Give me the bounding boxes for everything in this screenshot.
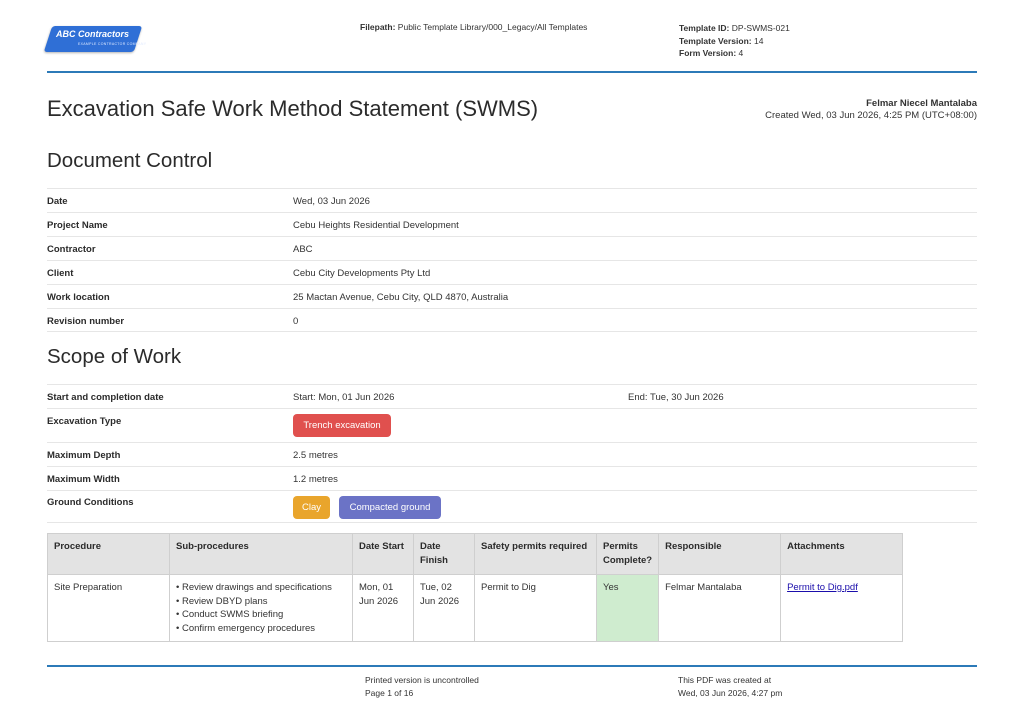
created-timestamp: Created Wed, 03 Jun 2026, 4:25 PM (UTC+0… [765,110,977,121]
cell-procedure: Site Preparation [47,574,170,642]
company-logo: ABC Contractors EXAMPLE CONTRACTOR COMPA… [43,26,146,52]
dc-value: 0 [293,316,299,327]
table-header-row: Procedure Sub-procedures Date Start Date… [47,533,904,575]
attachment-link[interactable]: Permit to Dig.pdf [787,582,858,593]
dc-value: Cebu City Developments Pty Ltd [293,268,431,279]
sub-procedure-list: • Review drawings and specifications • R… [176,581,346,635]
col-header-procedure: Procedure [47,533,170,575]
sub-procedure-item: • Review drawings and specifications [176,582,332,593]
section-document-control: Document Control [47,149,213,172]
procedure-table: Procedure Sub-procedures Date Start Date… [47,533,904,642]
dc-value: 25 Mactan Avenue, Cebu City, QLD 4870, A… [293,292,509,303]
pdf-created-label: This PDF was created at [678,675,772,685]
scope-label: Start and completion date [47,392,164,403]
col-header-date-finish: Date Finish [413,533,475,575]
col-header-attachments: Attachments [780,533,904,575]
dc-row-client: Client Cebu City Developments Pty Ltd [47,260,977,284]
dc-value: Wed, 03 Jun 2026 [293,196,370,207]
cell-sub-procedures: • Review drawings and specifications • R… [169,574,353,642]
dc-value: Cebu Heights Residential Development [293,220,459,231]
start-date: Start: Mon, 01 Jun 2026 [293,392,395,403]
template-version-label: Template Version: [679,35,752,46]
col-header-safety-permits: Safety permits required [474,533,597,575]
template-id: Template ID: DP-SWMS-021 [679,22,790,35]
template-id-label: Template ID: [679,23,730,33]
scope-row-ground-conditions: Ground Conditions Clay Compacted ground [47,490,977,523]
form-version-label: Form Version: [679,48,737,58]
footer-divider [47,665,977,667]
dc-label: Work location [47,292,110,303]
template-version: Template Version: 14 [679,35,790,48]
scope-row-max-width: Maximum Width 1.2 metres [47,466,977,490]
scope-label: Excavation Type [47,416,122,427]
col-header-sub-procedures: Sub-procedures [169,533,353,575]
scope-value: 1.2 metres [293,474,338,485]
page-header: ABC Contractors EXAMPLE CONTRACTOR COMPA… [0,0,1024,72]
end-date: End: Tue, 30 Jun 2026 [628,392,724,403]
dc-row-date: Date Wed, 03 Jun 2026 [47,188,977,212]
form-version-value: 4 [738,48,744,58]
logo-text: ABC Contractors [56,29,130,39]
author-name: Felmar Niecel Mantalaba [866,98,977,109]
filepath-value: Public Template Library/000_Legacy/All T… [397,22,588,32]
dc-label: Contractor [47,244,96,255]
cell-safety-permits: Permit to Dig [474,574,597,642]
scope-row-dates: Start and completion date Start: Mon, 01… [47,384,977,408]
template-id-value: DP-SWMS-021 [731,23,790,33]
form-version: Form Version: 4 [679,47,790,60]
col-header-permits-complete: Permits Complete? [595,533,660,575]
dc-value: ABC [293,244,313,255]
dc-row-revision-number: Revision number 0 [47,308,977,332]
ground-badge-clay: Clay [293,496,330,519]
template-version-value: 14 [753,35,764,46]
dc-row-work-location: Work location 25 Mactan Avenue, Cebu Cit… [47,284,977,308]
page-number: Page 1 of 16 [365,687,414,698]
scope-value: 2.5 metres [293,450,338,461]
cell-date-finish: Tue, 02 Jun 2026 [413,574,475,642]
sub-procedure-item: • Review DBYD plans [176,595,268,607]
footer-right: This PDF was created at Wed, 03 Jun 2026… [678,674,782,699]
document-title: Excavation Safe Work Method Statement (S… [47,96,539,121]
ground-badge-compacted: Compacted ground [339,496,441,519]
footer-left: Printed version is uncontrolled Page 1 o… [365,674,479,699]
filepath: Filepath: Public Template Library/000_Le… [360,22,587,32]
dc-label: Client [47,268,74,279]
table-row: Site Preparation • Review drawings and s… [47,574,904,642]
header-divider [47,71,977,73]
scope-row-max-depth: Maximum Depth 2.5 metres [47,442,977,466]
col-header-responsible: Responsible [658,533,782,575]
template-meta: Template ID: DP-SWMS-021 Template Versio… [679,22,790,60]
sub-procedure-item: • Conduct SWMS briefing [176,609,284,620]
scope-label: Ground Conditions [47,497,134,508]
uncontrolled-notice: Printed version is uncontrolled [365,675,479,685]
scope-label: Maximum Depth [47,450,121,461]
cell-date-start: Mon, 01 Jun 2026 [352,574,414,642]
logo-subtext: EXAMPLE CONTRACTOR COMPANY [78,42,147,46]
scope-row-excavation-type: Excavation Type Trench excavation [47,408,977,442]
filepath-label: Filepath: [360,22,396,32]
cell-attachments: Permit to Dig.pdf [780,574,904,642]
dc-label: Revision number [47,316,125,327]
scope-label: Maximum Width [47,474,120,485]
col-header-date-start: Date Start [352,533,414,575]
dc-row-project-name: Project Name Cebu Heights Residential De… [47,212,977,236]
section-scope-of-work: Scope of Work [47,345,182,368]
sub-procedure-item: • Confirm emergency procedures [176,622,316,634]
excavation-type-badge: Trench excavation [293,414,391,437]
dc-label: Date [47,196,68,207]
cell-permits-complete: Yes [595,574,660,642]
dc-label: Project Name [47,220,108,231]
cell-responsible: Felmar Mantalaba [658,574,782,642]
author-block: Felmar Niecel Mantalaba Created Wed, 03 … [765,98,977,122]
pdf-created-timestamp: Wed, 03 Jun 2026, 4:27 pm [678,687,783,698]
dc-row-contractor: Contractor ABC [47,236,977,260]
